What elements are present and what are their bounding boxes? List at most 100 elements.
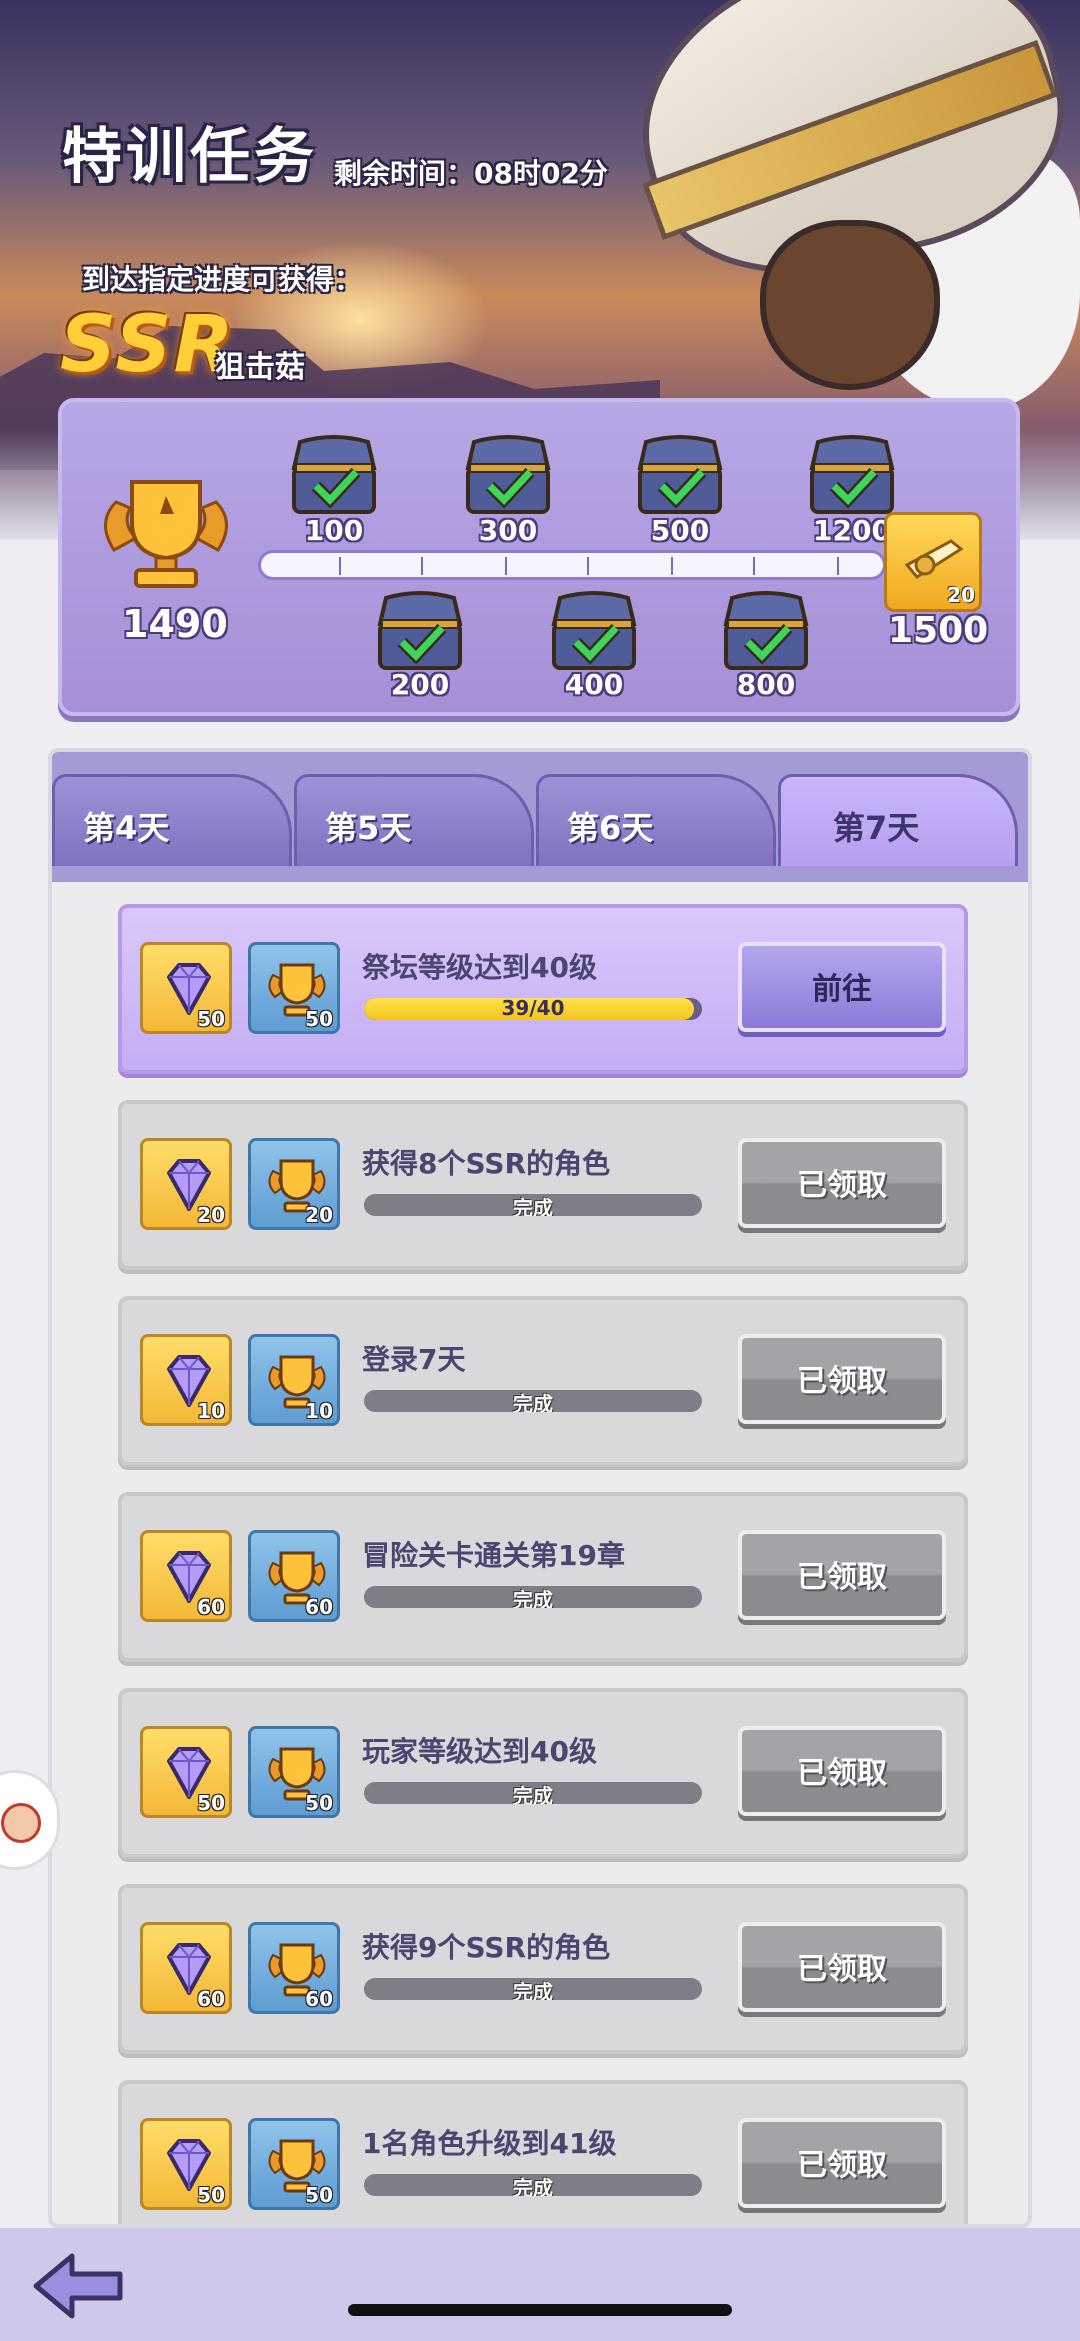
task-progress-bar: 完成 [364, 1586, 702, 1608]
gem-reward[interactable]: 60 [140, 1530, 232, 1622]
task-progress-text: 完成 [513, 1980, 553, 2000]
gem-qty: 20 [197, 1203, 225, 1227]
treasure-chest-icon[interactable] [286, 432, 382, 522]
milestone-label: 500 [650, 514, 710, 547]
trophy-qty: 50 [305, 1791, 333, 1815]
reach-reward-text: 到达指定进度可获得： [82, 263, 363, 296]
gem-reward[interactable]: 20 [140, 1138, 232, 1230]
treasure-chest-icon[interactable] [372, 588, 468, 678]
trophy-qty: 60 [305, 1595, 333, 1619]
bottom-bar [0, 2228, 1080, 2341]
trophy-reward[interactable]: 50 [248, 942, 340, 1034]
task-progress-bar: 完成 [364, 1194, 702, 1216]
trophy-icon [104, 480, 228, 588]
milestone-label: 400 [564, 668, 624, 701]
final-reward-count: 20 [947, 583, 975, 607]
task-progress-bar: 39/40 [364, 998, 702, 1020]
gem-reward[interactable]: 60 [140, 1922, 232, 2014]
treasure-chest-icon[interactable] [632, 432, 728, 522]
task-progress-bar: 完成 [364, 1390, 702, 1412]
trophy-reward[interactable]: 20 [248, 1138, 340, 1230]
track-tick [421, 557, 423, 575]
remaining-time: 剩余时间：08时02分 [334, 157, 608, 190]
task-progress-text: 完成 [513, 1392, 553, 1412]
final-reward-item[interactable]: 20 [884, 512, 982, 612]
tab-day-7[interactable]: 第7天 [778, 774, 1018, 866]
treasure-chest-icon[interactable] [718, 588, 814, 678]
trophy-qty: 60 [305, 1987, 333, 2011]
trophy-reward[interactable]: 60 [248, 1530, 340, 1622]
track-tick [587, 557, 589, 575]
gem-qty: 50 [197, 1791, 225, 1815]
task-card: 50 50 祭坛等级达到40级 39/40 前往 [118, 904, 968, 1074]
trophy-reward[interactable]: 10 [248, 1334, 340, 1426]
gem-qty: 50 [197, 1007, 225, 1031]
task-title: 玩家等级达到40级 [362, 1735, 597, 1768]
character-face [760, 220, 940, 390]
task-progress-bar: 完成 [364, 2174, 702, 2196]
tab-day-5[interactable]: 第5天 [294, 774, 534, 866]
tab-day-6[interactable]: 第6天 [536, 774, 776, 866]
reward-character-name: 狙击菇 [215, 350, 305, 385]
task-title: 祭坛等级达到40级 [362, 951, 597, 984]
task-progress-bar: 完成 [364, 1782, 702, 1804]
trophy-qty: 20 [305, 1203, 333, 1227]
task-title: 1名角色升级到41级 [362, 2127, 617, 2160]
task-progress-text: 39/40 [501, 998, 565, 1020]
milestone-label: 200 [390, 668, 450, 701]
progress-panel: 1490 100 300 500 1200 200 400 800 20 150… [58, 398, 1020, 716]
gem-reward[interactable]: 10 [140, 1334, 232, 1426]
trophy-qty: 10 [305, 1399, 333, 1423]
treasure-chest-icon[interactable] [804, 432, 900, 522]
track-tick [339, 557, 341, 575]
treasure-chest-icon[interactable] [460, 432, 556, 522]
task-title: 获得8个SSR的角色 [362, 1147, 611, 1180]
treasure-chest-icon[interactable] [546, 588, 642, 678]
claimed-button[interactable]: 已领取 [738, 1530, 946, 1620]
page-title: 特训任务 [62, 122, 318, 192]
track-tick [837, 557, 839, 575]
task-title: 冒险关卡通关第19章 [362, 1539, 625, 1572]
trophy-qty: 50 [305, 2183, 333, 2207]
task-card: 10 10 登录7天完成 已领取 [118, 1296, 968, 1466]
gem-qty: 60 [197, 1987, 225, 2011]
task-list-frame: 第4天 第5天 第6天 第7天 50 50 祭坛等级达到40级 39/40 前往 20 20… [48, 748, 1032, 2228]
tab-day-4[interactable]: 第4天 [52, 774, 292, 866]
gem-reward[interactable]: 50 [140, 942, 232, 1034]
avatar-face [1, 1803, 41, 1843]
milestone-label: 100 [304, 514, 364, 547]
task-progress-text: 完成 [513, 1588, 553, 1608]
track-tick [505, 557, 507, 575]
current-score: 1490 [122, 602, 228, 646]
milestone-label: 800 [736, 668, 796, 701]
task-card: 20 20 获得8个SSR的角色完成 已领取 [118, 1100, 968, 1270]
task-title: 登录7天 [362, 1343, 466, 1376]
progress-track [258, 550, 886, 580]
claimed-button[interactable]: 已领取 [738, 1922, 946, 2012]
track-tick [671, 557, 673, 575]
claimed-button[interactable]: 已领取 [738, 2118, 946, 2208]
trophy-reward[interactable]: 60 [248, 1922, 340, 2014]
task-card: 60 60 获得9个SSR的角色完成 已领取 [118, 1884, 968, 2054]
task-list[interactable]: 50 50 祭坛等级达到40级 39/40 前往 20 20 获得8个SSR的角色 完成 已领取 1… [52, 882, 1028, 2224]
task-progress-text: 完成 [513, 2176, 553, 2196]
task-title: 获得9个SSR的角色 [362, 1931, 611, 1964]
back-arrow-icon[interactable] [28, 2246, 128, 2326]
home-indicator [348, 2304, 732, 2316]
go-button[interactable]: 前往 [738, 942, 946, 1032]
gem-reward[interactable]: 50 [140, 1726, 232, 1818]
claimed-button[interactable]: 已领取 [738, 1138, 946, 1228]
task-progress-bar: 完成 [364, 1978, 702, 2000]
trophy-reward[interactable]: 50 [248, 2118, 340, 2210]
trophy-qty: 50 [305, 1007, 333, 1031]
claimed-button[interactable]: 已领取 [738, 1334, 946, 1424]
trophy-reward[interactable]: 50 [248, 1726, 340, 1818]
gem-qty: 10 [197, 1399, 225, 1423]
gem-reward[interactable]: 50 [140, 2118, 232, 2210]
task-card: 50 50 1名角色升级到41级完成 已领取 [118, 2080, 968, 2224]
claimed-button[interactable]: 已领取 [738, 1726, 946, 1816]
milestone-label: 300 [478, 514, 538, 547]
final-milestone-label: 1500 [888, 610, 989, 651]
day-tab-bar: 第4天 第5天 第6天 第7天 [52, 752, 1028, 882]
task-card: 50 50 玩家等级达到40级完成 已领取 [118, 1688, 968, 1858]
